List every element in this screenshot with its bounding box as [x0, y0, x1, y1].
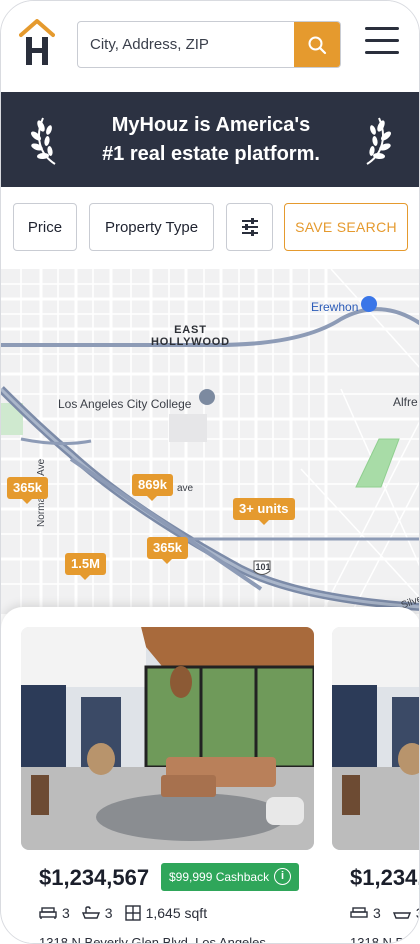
beds-count: 3 [373, 905, 381, 921]
listing-card[interactable]: $1,234,567 3 3 1318 N Beverly Glen Blvd, [332, 627, 419, 943]
promo-banner: MyHouz is America's #1 real estate platf… [1, 92, 419, 187]
beds-spec: 3 [350, 905, 381, 921]
sliders-icon [241, 218, 258, 236]
listing-specs: 3 3 [350, 905, 419, 921]
bed-icon [350, 907, 368, 918]
search-bar [77, 21, 341, 68]
bed-icon [39, 907, 57, 919]
info-icon[interactable]: i [274, 868, 291, 885]
price-pin[interactable]: 869k [132, 474, 173, 501]
floorplan-icon [124, 905, 141, 921]
advanced-filters-button[interactable] [226, 203, 273, 251]
neighborhood-label: EAST HOLLYWOOD [151, 324, 230, 348]
cashback-label: $99,999 Cashback [169, 870, 270, 884]
menu-line [365, 27, 399, 30]
search-input[interactable] [78, 22, 294, 67]
listing-card[interactable]: $1,234,567 $99,999 Cashback i 3 3 1,645 … [21, 627, 314, 943]
banner-line-1: MyHouz is America's [111, 113, 311, 136]
listing-address[interactable]: 1318 N Beverly Glen Blvd, Los Angeles, [350, 935, 419, 943]
listing-photo-image [21, 627, 314, 850]
listing-price: $1,234,567 [39, 865, 150, 890]
baths-spec: 3 [81, 905, 113, 921]
map-edge-label-right: Alfre [393, 395, 418, 409]
price-pin[interactable]: 1.5M [65, 553, 106, 580]
property-type-filter-button[interactable]: Property Type [89, 203, 214, 251]
beds-spec: 3 [39, 905, 70, 921]
listing-photo[interactable] [332, 627, 419, 850]
neighborhood-line-2: HOLLYWOOD [151, 336, 230, 348]
baths-spec: 3 [392, 905, 419, 921]
map-canvas [1, 269, 419, 614]
filter-bar: Price Property Type SAVE SEARCH [1, 187, 419, 269]
bathtub-icon [81, 906, 100, 919]
baths-count: 3 [104, 905, 113, 921]
price-filter-button[interactable]: Price [13, 203, 77, 251]
poi-store-label[interactable]: Erewhon [311, 300, 358, 314]
laurel-left-icon [31, 117, 56, 165]
beds-count: 3 [62, 905, 70, 921]
header [1, 1, 419, 91]
laurel-right-icon [366, 117, 391, 165]
cashback-badge[interactable]: $99,999 Cashback i [161, 863, 299, 891]
highway-number-label: 101 [255, 562, 271, 572]
price-pin[interactable]: 3+ units [233, 498, 295, 525]
listing-specs: 3 3 1,645 sqft [39, 905, 219, 921]
app-frame: MyHouz is America's #1 real estate platf… [0, 0, 420, 944]
poi-college-label[interactable]: Los Angeles City College [58, 397, 191, 411]
street-label-ave: ave [177, 483, 194, 494]
price-pin[interactable]: 365k [147, 537, 188, 564]
menu-line [365, 39, 399, 42]
banner-headline: MyHouz is America's #1 real estate platf… [86, 111, 336, 169]
price-pin[interactable]: 365k [7, 477, 48, 504]
menu-line [365, 51, 399, 54]
logo-icon[interactable] [19, 19, 55, 67]
search-icon [308, 36, 327, 54]
listings-carousel[interactable]: $1,234,567 $99,999 Cashback i 3 3 1,645 … [1, 607, 419, 943]
listing-address[interactable]: 1318 N Beverly Glen Blvd, Los Angeles, [39, 935, 270, 943]
save-search-button[interactable]: SAVE SEARCH [284, 203, 408, 251]
baths-count: 3 [416, 905, 419, 921]
listing-photo-image [332, 627, 419, 850]
bathtub-icon [392, 912, 411, 919]
map-view[interactable]: EAST HOLLYWOOD Los Angeles City College … [1, 269, 419, 614]
listing-photo[interactable] [21, 627, 314, 850]
sqft-spec: 1,645 sqft [124, 905, 208, 921]
sqft-value: 1,645 sqft [145, 905, 208, 921]
search-button[interactable] [294, 22, 340, 67]
listing-price: $1,234,567 [350, 865, 419, 890]
neighborhood-line-1: EAST [174, 324, 207, 336]
banner-line-2: #1 real estate platform. [102, 142, 320, 165]
hamburger-menu-button[interactable] [365, 27, 401, 61]
